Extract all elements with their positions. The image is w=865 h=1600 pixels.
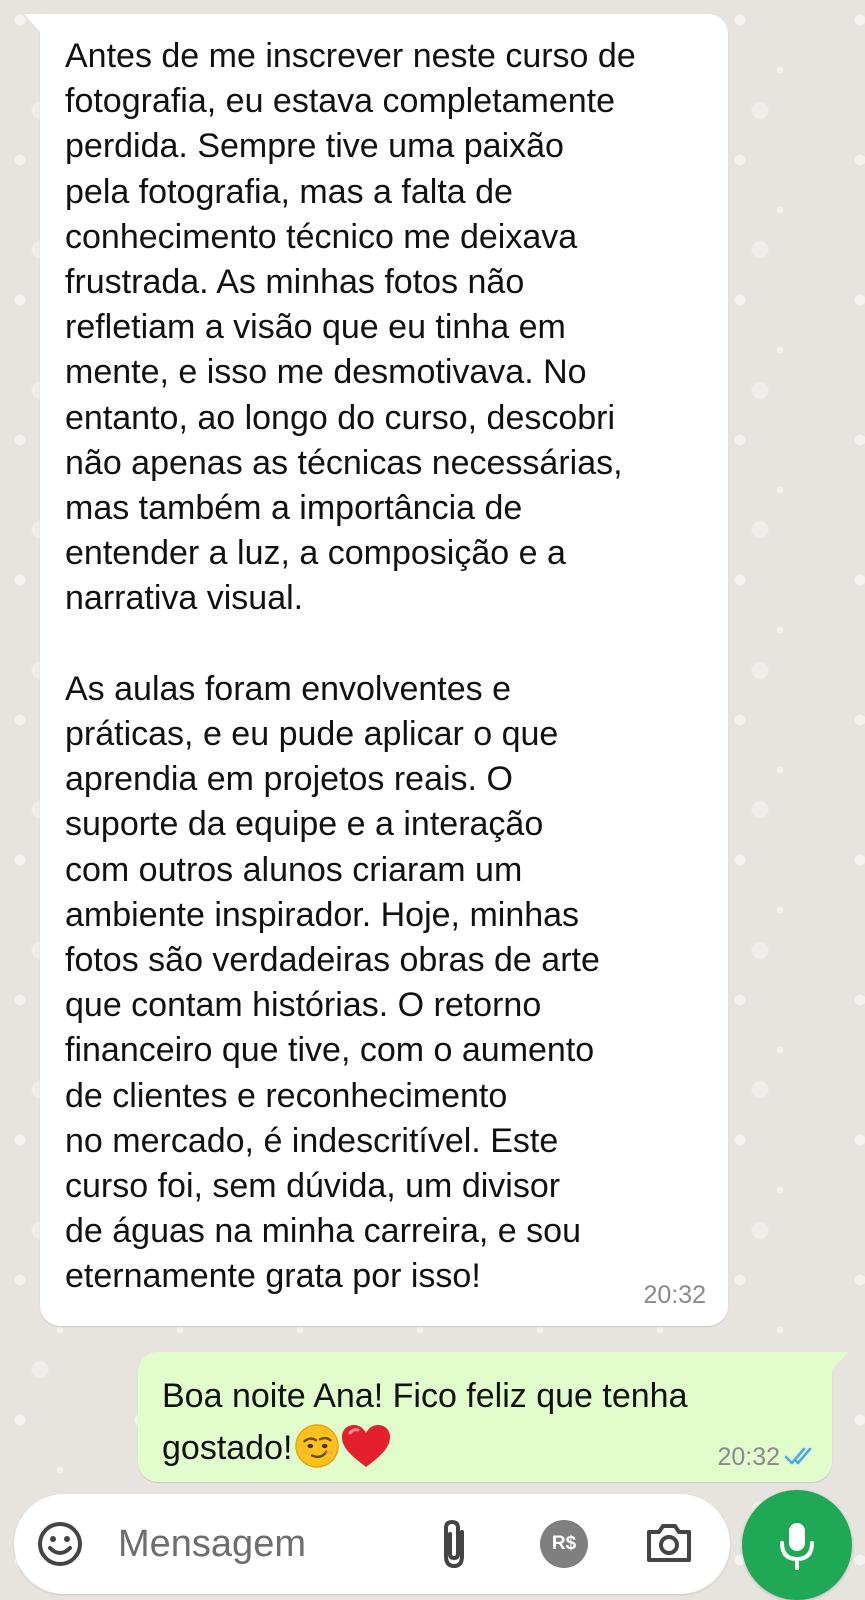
incoming-message-bubble[interactable]: Antes de me inscrever neste curso de fot… (24, 14, 728, 1326)
outgoing-message-line2: gostado! (162, 1429, 293, 1467)
outgoing-message-time: 20:32 (717, 1443, 780, 1471)
payment-button[interactable]: R$ (540, 1520, 588, 1568)
smirking-face-emoji (295, 1424, 340, 1468)
message-composer[interactable]: Mensagem R$ (14, 1494, 730, 1594)
paperclip-icon[interactable] (434, 1518, 474, 1570)
smiley-icon[interactable] (36, 1520, 84, 1568)
outgoing-message-bubble[interactable]: Boa noite Ana! Fico feliz que tenha gosta… (138, 1352, 848, 1482)
bubble-tail (24, 14, 42, 34)
bubble-tail (830, 1352, 848, 1372)
double-check-read-icon (784, 1447, 812, 1465)
red-heart-emoji (342, 1425, 391, 1467)
outgoing-message-line1: Boa noite Ana! Fico feliz que tenha (162, 1377, 688, 1415)
message-input[interactable]: Mensagem (118, 1522, 306, 1566)
incoming-message-time: 20:32 (643, 1281, 706, 1309)
incoming-message-text: Antes de me inscrever neste curso de fot… (65, 37, 636, 1296)
camera-icon[interactable] (644, 1520, 694, 1566)
outgoing-message-text: Boa noite Ana! Fico feliz que tenha gosta… (162, 1370, 802, 1474)
microphone-icon (780, 1523, 814, 1570)
microphone-button[interactable] (742, 1490, 852, 1600)
